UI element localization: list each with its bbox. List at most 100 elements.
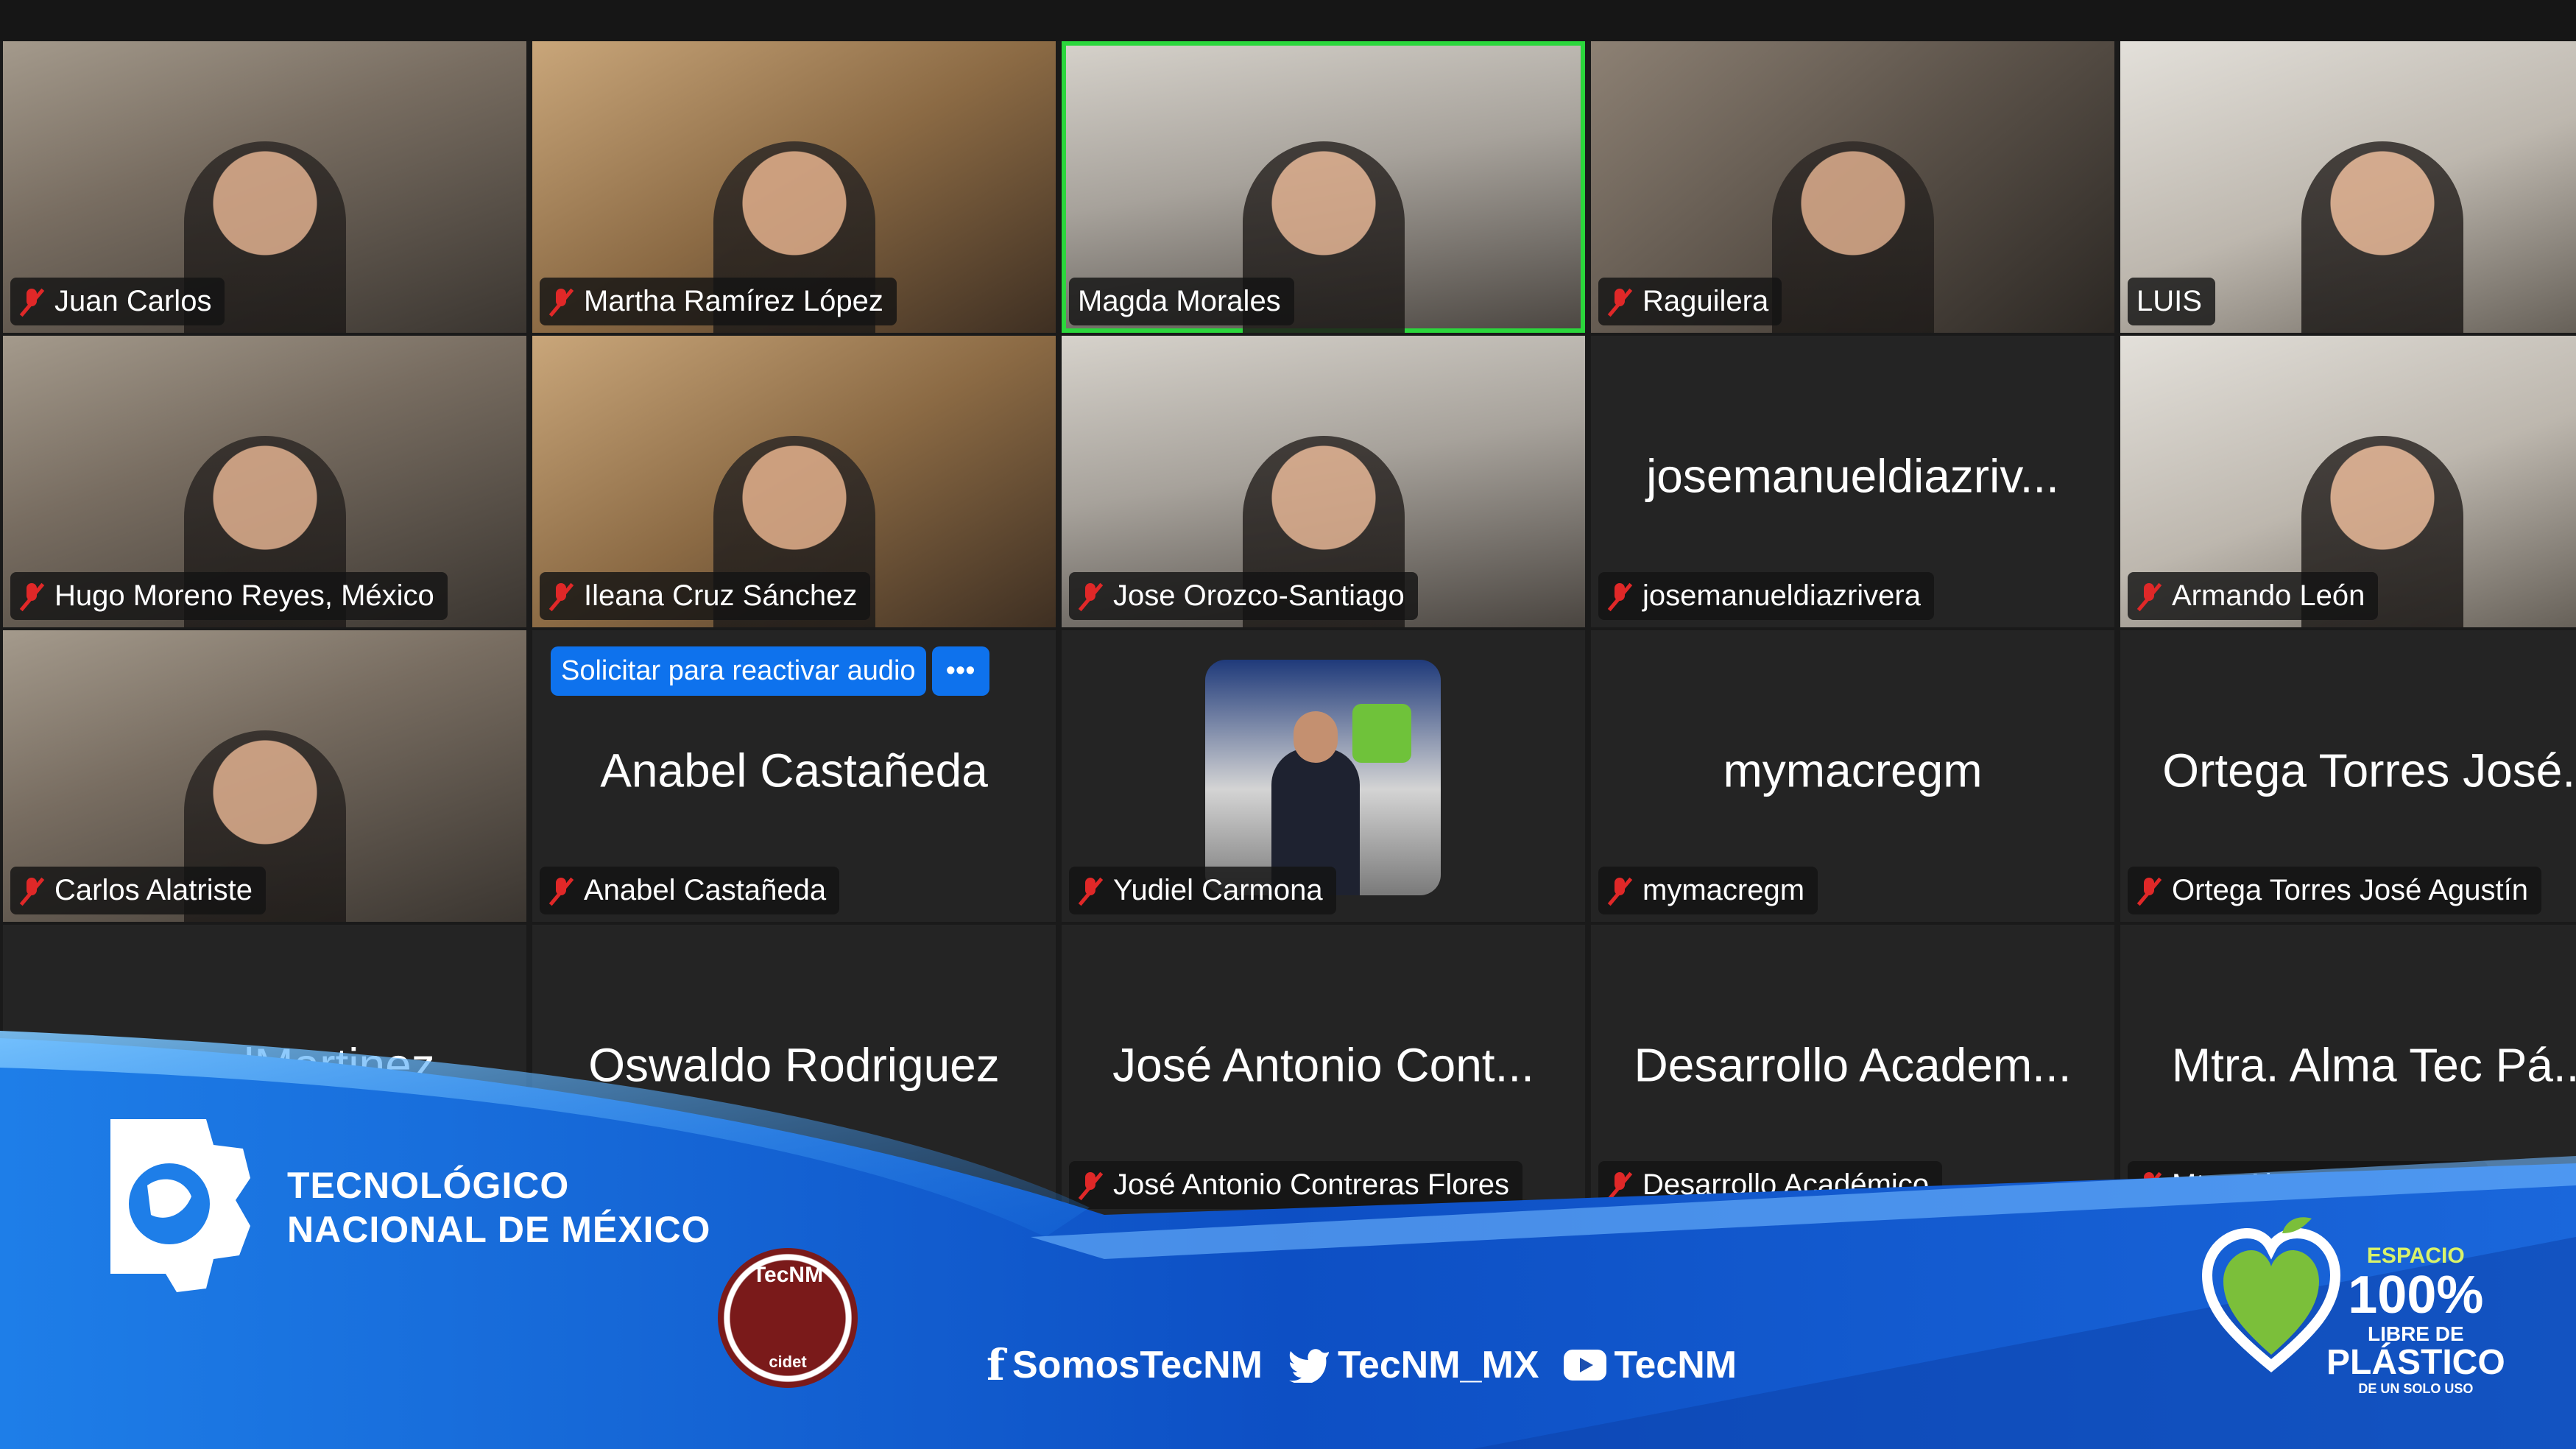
- participant-display-name: Ortega Torres José...: [2162, 744, 2576, 797]
- social-links: f SomosTecNM TecNM_MX TecNM: [987, 1340, 1737, 1390]
- plastic-line-5: DE UN SOLO USO: [2358, 1381, 2474, 1396]
- participant-name-label: Carlos Alatriste: [10, 867, 266, 914]
- brand-line-1: TECNOLÓGICO: [287, 1165, 570, 1206]
- mic-muted-icon: [548, 287, 574, 317]
- participant-name: Armando León: [2172, 579, 2365, 612]
- plastic-line-2: 100%: [2348, 1265, 2484, 1325]
- participant-tile[interactable]: Magda Morales: [1062, 41, 1585, 333]
- mic-muted-icon: [1607, 582, 1632, 611]
- participant-name-label: josemanueldiazrivera: [1598, 572, 1934, 620]
- mic-muted-icon: [1607, 876, 1632, 906]
- participant-name-label: Hugo Moreno Reyes, México: [10, 572, 448, 620]
- tecnm-cidet-seal: TecNM cidet: [718, 1248, 858, 1388]
- participant-display-name: SamuelMartinez: [94, 1038, 435, 1092]
- participant-name-label: Yudiel Carmona: [1069, 867, 1336, 914]
- participant-name: josemanueldiazrivera: [1642, 579, 1921, 612]
- twitter-link[interactable]: TecNM_MX: [1288, 1340, 1539, 1390]
- request-unmute-button[interactable]: Solicitar para reactivar audio: [551, 646, 926, 696]
- participant-tile[interactable]: Mtra. Alma Tec Pá... Mtra. Alma Tec Pánuc…: [2120, 925, 2576, 1216]
- participant-tile[interactable]: Ileana Cruz Sánchez: [532, 336, 1056, 627]
- participant-display-name: Mtra. Alma Tec Pá...: [2171, 1038, 2576, 1092]
- participant-name: Carlos Alatriste: [54, 874, 253, 906]
- participant-name: Yudiel Carmona: [1113, 874, 1323, 906]
- participant-tile[interactable]: Raguilera: [1591, 41, 2114, 333]
- participant-tile[interactable]: mymacregm mymacregm: [1591, 630, 2114, 922]
- participant-display-name: Oswaldo Rodriguez: [588, 1038, 1000, 1092]
- participant-tile[interactable]: LUIS: [2120, 41, 2576, 333]
- participant-tile[interactable]: José Antonio Cont... José Antonio Contrer…: [1062, 925, 1585, 1216]
- facebook-icon: f: [987, 1340, 1005, 1390]
- participant-tile[interactable]: Martha Ramírez López: [532, 41, 1056, 333]
- participant-name: Juan Carlos: [54, 285, 212, 317]
- mic-muted-icon: [1607, 1171, 1632, 1200]
- youtube-link[interactable]: TecNM: [1564, 1340, 1737, 1390]
- heart-leaf-icon: [2201, 1217, 2341, 1373]
- mic-muted-icon: [1078, 876, 1103, 906]
- tecnm-gear-logo-icon: [110, 1119, 250, 1292]
- participant-name-label: Armando León: [2128, 572, 2379, 620]
- mic-muted-icon: [548, 876, 574, 906]
- mic-muted-icon: [548, 582, 574, 611]
- mic-muted-icon: [1607, 287, 1632, 317]
- participant-name: mymacregm: [1642, 874, 1805, 906]
- participant-tile[interactable]: Ortega Torres José... Ortega Torres José …: [2120, 630, 2576, 922]
- mic-muted-icon: [19, 876, 44, 906]
- mic-muted-icon: [1078, 1171, 1103, 1200]
- participant-video: [1771, 141, 1934, 333]
- participant-name: José Antonio Contreras Flores: [1113, 1168, 1510, 1201]
- participant-name: Raguilera: [1642, 285, 1769, 317]
- participant-tile[interactable]: Jose Orozco-Santiago: [1062, 336, 1585, 627]
- participant-video: [2301, 141, 2463, 333]
- participant-tile[interactable]: Hugo Moreno Reyes, México: [3, 336, 526, 627]
- participant-avatar-image: [1205, 660, 1441, 895]
- facebook-handle: SomosTecNM: [1012, 1344, 1263, 1386]
- participant-name: Desarrollo Académico: [1642, 1168, 1930, 1201]
- participant-name-label: Magda Morales: [1069, 278, 1294, 325]
- participant-display-name: mymacregm: [1723, 744, 1983, 797]
- participant-display-name: Anabel Castañeda: [600, 744, 988, 797]
- plastic-line-3: LIBRE DE: [2367, 1322, 2464, 1346]
- participant-name: LUIS: [2136, 285, 2202, 317]
- participant-name: Ileana Cruz Sánchez: [584, 579, 858, 612]
- participant-name-label: Raguilera: [1598, 278, 1782, 325]
- participant-name: Mtra. Alma Tec Pánuco: [2172, 1168, 2474, 1201]
- participant-tile[interactable]: Desarrollo Academ... Desarrollo Académico: [1591, 925, 2114, 1216]
- seal-title: TecNM: [752, 1263, 824, 1287]
- participant-name-label: Desarrollo Académico: [1598, 1161, 1943, 1209]
- participant-display-name: Desarrollo Academ...: [1634, 1038, 2072, 1092]
- facebook-link[interactable]: f SomosTecNM: [987, 1340, 1263, 1390]
- top-bar: [0, 0, 2576, 41]
- participant-name-label: LUIS: [2128, 278, 2215, 325]
- participant-name: Anabel Castañeda: [584, 874, 827, 906]
- twitter-handle: TecNM_MX: [1337, 1344, 1539, 1386]
- youtube-handle: TecNM: [1614, 1344, 1737, 1386]
- participant-name-label: Ortega Torres José Agustín: [2128, 867, 2541, 914]
- mic-muted-icon: [19, 287, 44, 317]
- participant-tile[interactable]: josemanueldiazriv... josemanueldiazrivera: [1591, 336, 2114, 627]
- seal-subtitle: cidet: [769, 1353, 807, 1371]
- mic-muted-icon: [1078, 582, 1103, 611]
- participant-tile[interactable]: Juan Carlos: [3, 41, 526, 333]
- participant-name-label: mymacregm: [1598, 867, 1818, 914]
- twitter-bird-icon: [1288, 1349, 1329, 1383]
- plastic-line-4: PLÁSTICO: [2326, 1343, 2505, 1383]
- participant-name-label: Anabel Castañeda: [540, 867, 840, 914]
- participant-name-label: Mtra. Alma Tec Pánuco: [2128, 1161, 2488, 1209]
- mic-muted-icon: [2136, 1171, 2162, 1200]
- mic-muted-icon: [19, 582, 44, 611]
- more-options-button[interactable]: •••: [931, 646, 989, 696]
- participant-display-name: José Antonio Cont...: [1112, 1038, 1534, 1092]
- participant-display-name: josemanueldiazriv...: [1646, 449, 2059, 503]
- participant-name: Magda Morales: [1078, 285, 1281, 317]
- participant-name-label: José Antonio Contreras Flores: [1069, 1161, 1523, 1209]
- participant-name: Martha Ramírez López: [584, 285, 883, 317]
- plastic-free-badge: ESPACIO 100% LIBRE DE PLÁSTICO DE UN SOL…: [2201, 1215, 2505, 1395]
- participant-tile[interactable]: Armando León: [2120, 336, 2576, 627]
- tecnm-brand: TECNOLÓGICO NACIONAL DE MÉXICO: [96, 1104, 710, 1311]
- mic-muted-icon: [2136, 582, 2162, 611]
- participant-name-label: Ileana Cruz Sánchez: [540, 572, 871, 620]
- participant-name-label: Martha Ramírez López: [540, 278, 897, 325]
- participant-tile[interactable]: Yudiel Carmona: [1062, 630, 1585, 922]
- participant-name: Hugo Moreno Reyes, México: [54, 579, 434, 612]
- participant-tile[interactable]: Carlos Alatriste: [3, 630, 526, 922]
